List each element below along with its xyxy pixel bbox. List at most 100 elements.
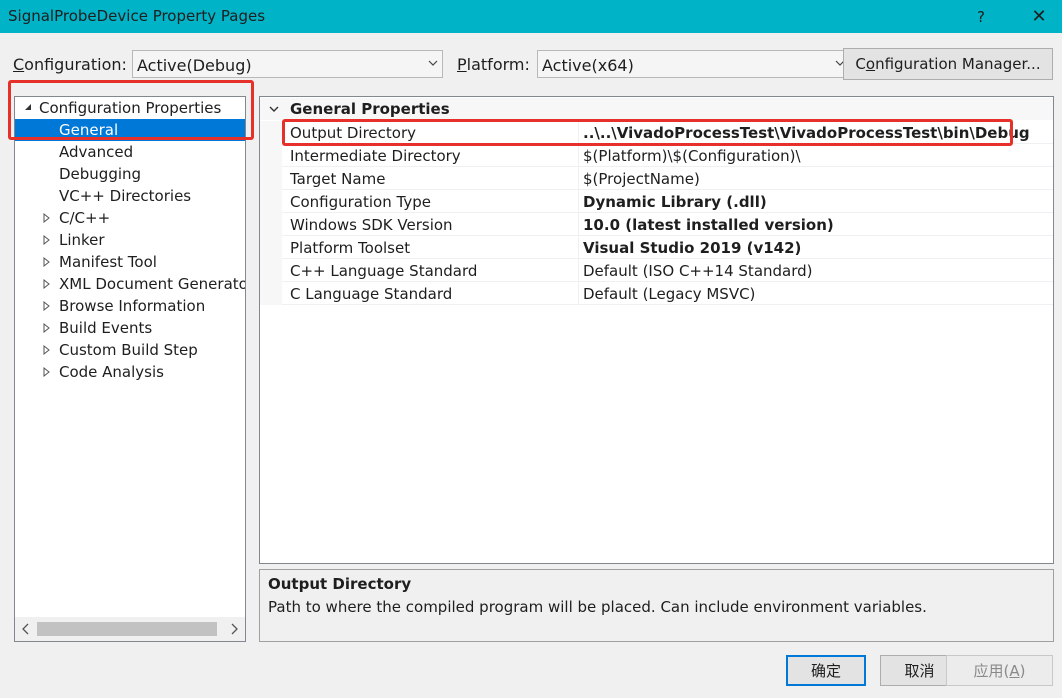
row-gutter <box>260 282 282 305</box>
property-name: Configuration Type <box>290 193 431 211</box>
property-name: Platform Toolset <box>290 239 411 257</box>
tree-item-label: General <box>59 121 119 139</box>
ok-button[interactable]: 确定 <box>786 655 866 686</box>
tree-item-label: XML Document Generato <box>59 275 246 293</box>
property-value[interactable]: $(ProjectName) <box>583 170 700 188</box>
scrollbar-thumb[interactable] <box>37 622 217 636</box>
property-value[interactable]: $(Platform)\$(Configuration)\ <box>583 147 801 165</box>
chevron-down-icon <box>428 60 438 66</box>
configuration-manager-button[interactable]: Co nfiguration Manager... <box>843 48 1053 80</box>
tree-horizontal-scrollbar[interactable] <box>15 617 245 641</box>
property-name: Windows SDK Version <box>290 216 453 234</box>
category-title: General Properties <box>290 100 450 118</box>
row-gutter <box>260 190 282 213</box>
collapsed-triangle-icon[interactable] <box>43 235 51 245</box>
row-gutter <box>260 144 282 167</box>
property-tree[interactable]: Configuration Properties General Advanced… <box>14 96 246 642</box>
collapsed-triangle-icon[interactable] <box>43 213 51 223</box>
tree-item-label: Advanced <box>59 143 134 161</box>
column-divider[interactable] <box>578 190 579 213</box>
property-row[interactable]: C Language Standard Default (Legacy MSVC) <box>260 282 1053 305</box>
column-divider[interactable] <box>578 213 579 236</box>
title-bar: SignalProbeDevice Property Pages ? ✕ <box>0 0 1062 33</box>
collapsed-triangle-icon[interactable] <box>43 323 51 333</box>
column-divider[interactable] <box>578 282 579 305</box>
tree-item[interactable]: Code Analysis <box>15 361 245 383</box>
tree-item-label: VC++ Directories <box>59 187 192 205</box>
column-divider[interactable] <box>578 167 579 190</box>
description-title: Output Directory <box>268 575 412 593</box>
apply-button[interactable]: 应用(A) <box>946 655 1053 686</box>
scroll-left-icon[interactable] <box>21 623 31 635</box>
property-value[interactable]: Default (Legacy MSVC) <box>583 285 755 303</box>
tree-item[interactable]: General <box>15 119 245 141</box>
property-row[interactable]: Configuration Type Dynamic Library (.dll) <box>260 190 1053 213</box>
tree-item-label: C/C++ <box>59 209 111 227</box>
property-row[interactable]: C++ Language Standard Default (ISO C++14 … <box>260 259 1053 282</box>
platform-value: Active(x64) <box>542 56 634 75</box>
tree-item-label: Build Events <box>59 319 153 337</box>
property-name: Intermediate Directory <box>290 147 461 165</box>
column-divider[interactable] <box>578 121 579 144</box>
property-grid[interactable]: General Properties Output Directory ..\..… <box>259 96 1054 564</box>
property-name: C Language Standard <box>290 285 453 303</box>
tree-item-label: Linker <box>59 231 105 249</box>
configuration-value: Active(Debug) <box>137 56 252 75</box>
tree-item[interactable]: VC++ Directories <box>15 185 245 207</box>
tree-item[interactable]: Manifest Tool <box>15 251 245 273</box>
property-row[interactable]: Target Name $(ProjectName) <box>260 167 1053 190</box>
tree-item[interactable]: Advanced <box>15 141 245 163</box>
property-value[interactable]: ..\..\VivadoProcessTest\VivadoProcessTes… <box>583 124 1030 142</box>
property-row[interactable]: Intermediate Directory $(Platform)\$(Conf… <box>260 144 1053 167</box>
tree-item[interactable]: C/C++ <box>15 207 245 229</box>
tree-item-label: Manifest Tool <box>59 253 157 271</box>
property-value[interactable]: Visual Studio 2019 (v142) <box>583 239 801 257</box>
description-panel: Output Directory Path to where the compi… <box>259 569 1054 642</box>
platform-dropdown[interactable]: Active(x64) <box>537 50 850 78</box>
chevron-down-icon[interactable] <box>268 103 280 115</box>
tree-item-label: Debugging <box>59 165 142 183</box>
property-name: Output Directory <box>290 124 417 142</box>
property-row[interactable]: Platform Toolset Visual Studio 2019 (v142… <box>260 236 1053 259</box>
scroll-right-icon[interactable] <box>229 623 239 635</box>
tree-item-label: Browse Information <box>59 297 206 315</box>
tree-item-configuration-properties[interactable]: Configuration Properties <box>15 97 245 119</box>
collapsed-triangle-icon[interactable] <box>43 367 51 377</box>
category-general-properties[interactable]: General Properties <box>260 98 1053 120</box>
row-gutter <box>260 236 282 259</box>
tree-item-label: Code Analysis <box>59 363 164 381</box>
property-value[interactable]: Dynamic Library (.dll) <box>583 193 767 211</box>
column-divider[interactable] <box>578 259 579 282</box>
collapsed-triangle-icon[interactable] <box>43 301 51 311</box>
tree-item[interactable]: Browse Information <box>15 295 245 317</box>
tree-item[interactable]: XML Document Generato <box>15 273 245 295</box>
row-gutter <box>260 259 282 282</box>
collapsed-triangle-icon[interactable] <box>43 279 51 289</box>
tree-item[interactable]: Custom Build Step <box>15 339 245 361</box>
property-value[interactable]: Default (ISO C++14 Standard) <box>583 262 813 280</box>
tree-item[interactable]: Build Events <box>15 317 245 339</box>
collapsed-triangle-icon[interactable] <box>43 257 51 267</box>
property-row[interactable]: Output Directory ..\..\VivadoProcessTest\… <box>260 121 1053 144</box>
property-value[interactable]: 10.0 (latest installed version) <box>583 216 834 234</box>
help-button[interactable]: ? <box>958 0 1004 33</box>
row-gutter <box>260 121 282 144</box>
column-divider[interactable] <box>578 144 579 167</box>
expanded-triangle-icon[interactable] <box>23 102 33 112</box>
window-title: SignalProbeDevice Property Pages <box>8 7 266 25</box>
row-gutter <box>260 167 282 190</box>
configuration-label: Configuration: <box>13 55 127 74</box>
property-name: C++ Language Standard <box>290 262 478 280</box>
property-row[interactable]: Windows SDK Version 10.0 (latest installe… <box>260 213 1053 236</box>
description-text: Path to where the compiled program will … <box>268 598 927 616</box>
tree-item[interactable]: Debugging <box>15 163 245 185</box>
configuration-dropdown[interactable]: Active(Debug) <box>132 50 443 78</box>
row-gutter <box>260 213 282 236</box>
tree-item[interactable]: Linker <box>15 229 245 251</box>
column-divider[interactable] <box>578 236 579 259</box>
close-button[interactable]: ✕ <box>1016 0 1062 33</box>
collapsed-triangle-icon[interactable] <box>43 345 51 355</box>
property-name: Target Name <box>290 170 386 188</box>
platform-label: Platform: <box>457 55 530 74</box>
tree-item-label: Custom Build Step <box>59 341 198 359</box>
